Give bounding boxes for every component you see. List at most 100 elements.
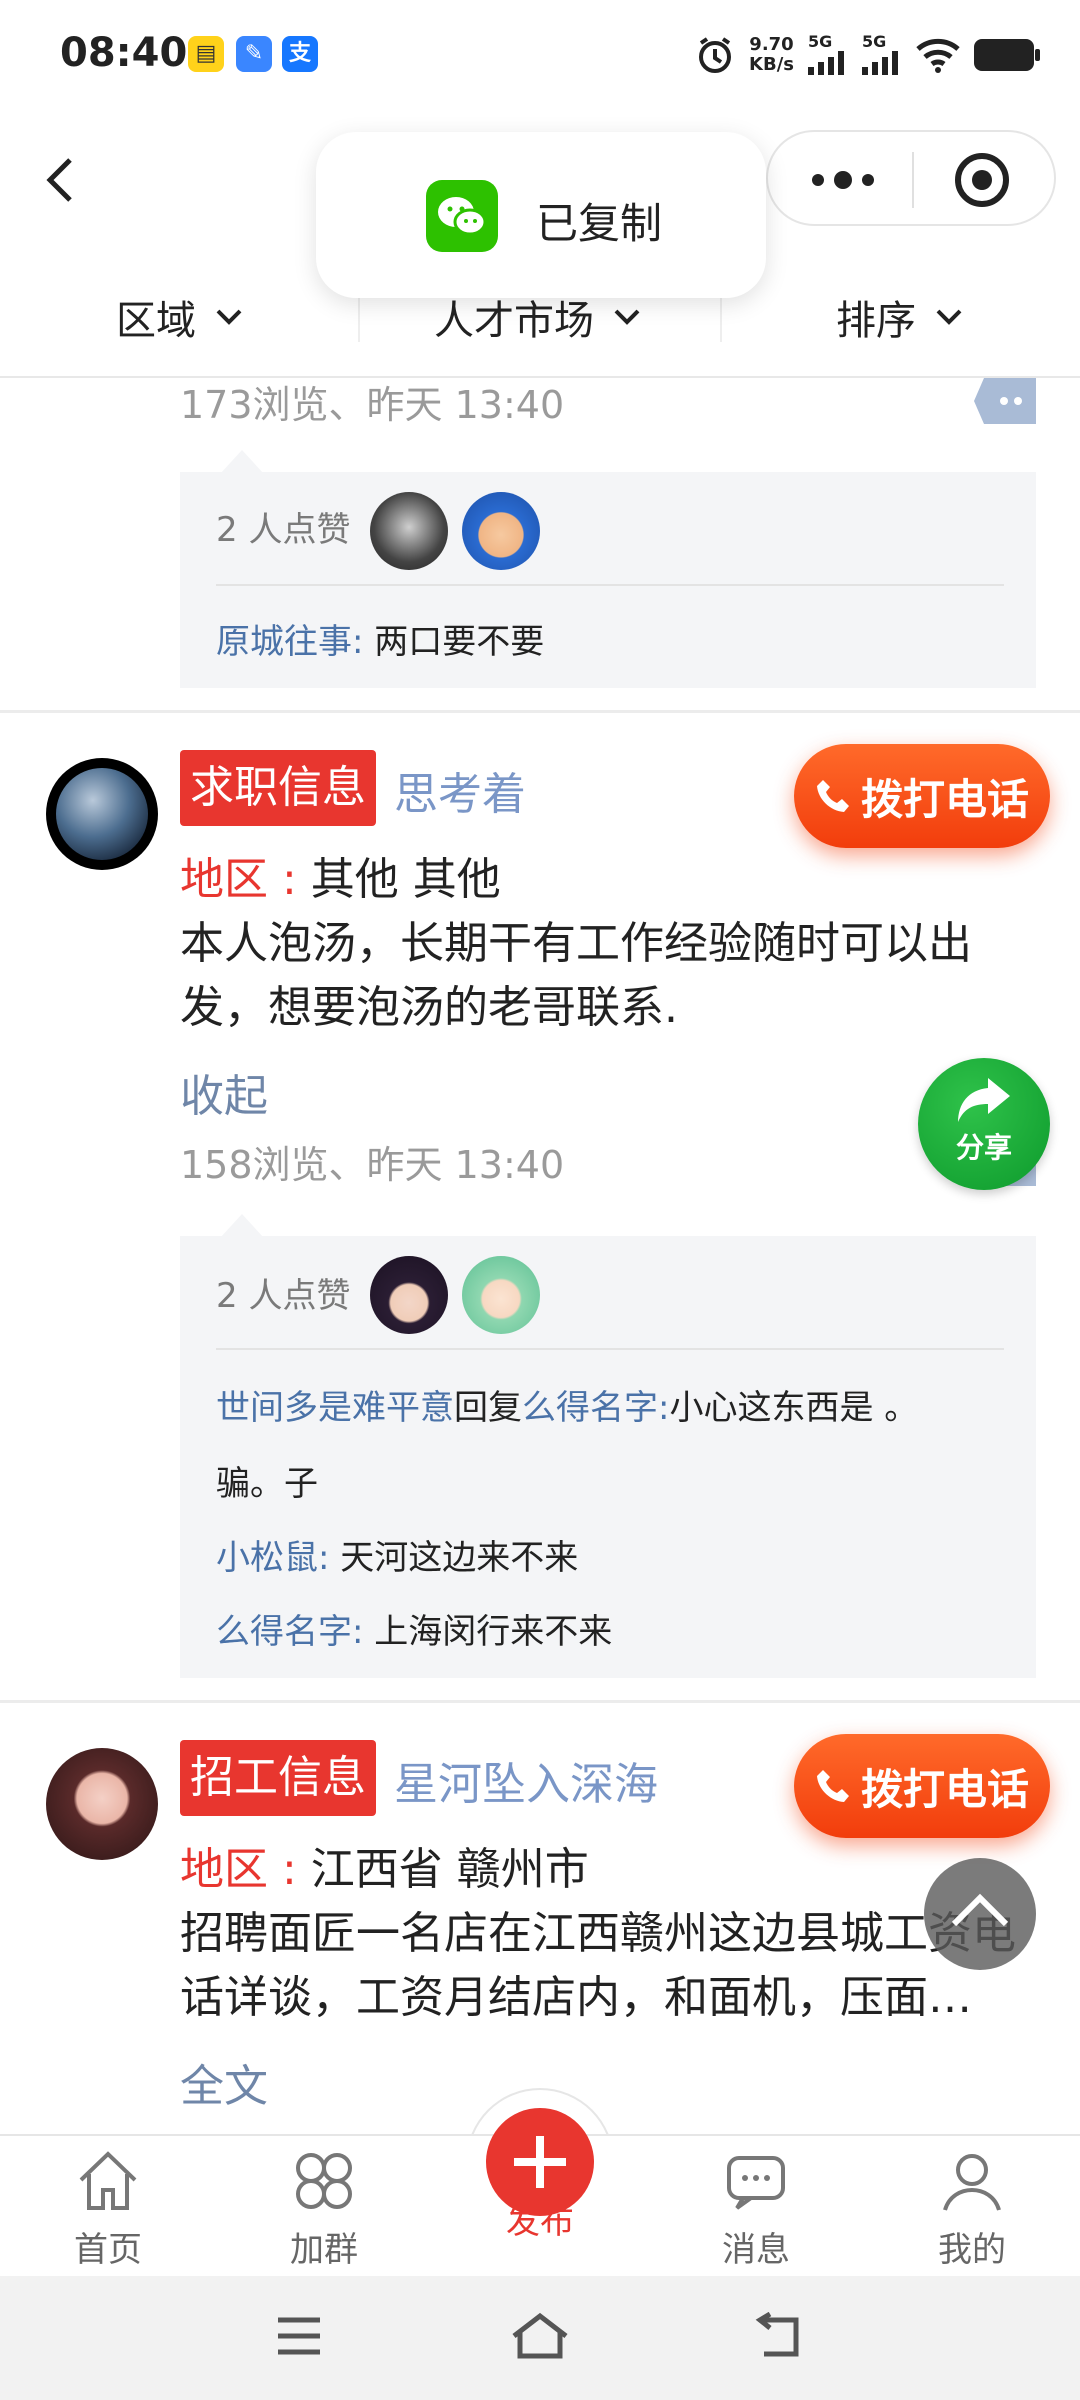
menu-icon <box>278 2317 320 2355</box>
expand-link[interactable]: 全文 <box>180 2050 268 2114</box>
post-category-tag: 求职信息 <box>180 750 376 826</box>
region-label: 地区 : <box>180 854 297 905</box>
tab-messages[interactable]: 消息 <box>686 2146 826 2271</box>
status-bar: 08:40 ▤ ✎ 支 9.70 KB/s 5G 5G <box>0 0 1080 110</box>
post-category-tag: 招工信息 <box>180 1740 376 1816</box>
feather-app-icon: ✎ <box>236 36 272 72</box>
home-nav-button[interactable] <box>508 2310 572 2360</box>
comment-author[interactable]: 世间多是难平意 <box>216 1388 454 1428</box>
filter-sort-label: 排序 <box>836 298 916 344</box>
post-content-line: 本人泡汤，长期干有工作经验随时可以出 <box>180 918 972 969</box>
box-arrow <box>220 450 264 474</box>
system-nav-bar <box>0 2276 1080 2400</box>
back-arrow-icon <box>755 2311 799 2357</box>
liker-avatar[interactable] <box>462 1256 540 1334</box>
status-right: 9.70 KB/s 5G 5G <box>695 30 1040 80</box>
toast-text: 已复制 <box>536 199 663 248</box>
likes-count: 2 人点赞 <box>216 510 351 550</box>
comment-author[interactable]: 小松鼠: <box>216 1538 329 1578</box>
post-region: 地区 : 其他 其他 <box>180 848 501 912</box>
call-button[interactable]: 拨打电话 <box>794 1734 1050 1838</box>
filter-region-label: 区域 <box>116 298 196 344</box>
reply-target[interactable]: 么得名字: <box>522 1388 669 1428</box>
call-button-label: 拨打电话 <box>860 774 1029 824</box>
comment-text: 两口要不要 <box>363 622 545 662</box>
comment-text: 小心这东西是 。 <box>669 1388 919 1428</box>
battery-icon <box>974 39 1040 71</box>
phone-icon <box>816 1770 849 1802</box>
home-outline-icon <box>512 2312 568 2359</box>
close-miniprogram-button[interactable] <box>954 152 1010 208</box>
comment-text: 上海闵行来不来 <box>363 1612 613 1652</box>
call-button[interactable]: 拨打电话 <box>794 744 1050 848</box>
filter-sort[interactable]: 排序 <box>836 288 964 346</box>
filter-region[interactable]: 区域 <box>116 288 244 346</box>
back-nav-button[interactable] <box>754 2311 806 2360</box>
chevron-up-icon <box>951 1893 1009 1927</box>
sim1-signal: 5G <box>808 32 848 79</box>
comment-text: 天河这边来不来 <box>329 1538 579 1578</box>
home-icon <box>79 2151 137 2210</box>
comment-line: 骗。子 <box>216 1456 318 1505</box>
post-separator <box>0 710 1080 713</box>
comment-author[interactable]: 么得名字: <box>216 1612 363 1652</box>
tab-mine[interactable]: 我的 <box>902 2146 1042 2271</box>
wechat-icon <box>426 180 498 252</box>
comment-author[interactable]: 原城往事: <box>216 622 363 662</box>
post-separator <box>0 1700 1080 1703</box>
share-label: 分享 <box>955 1131 1012 1164</box>
tab-mine-label: 我的 <box>938 2230 1006 2270</box>
signal-icon <box>862 50 898 75</box>
copied-toast: 已复制 <box>316 132 766 298</box>
post-meta: 158浏览、昨天 13:40 <box>180 1143 565 1187</box>
wifi-icon <box>916 38 960 73</box>
tab-messages-label: 消息 <box>722 2230 790 2270</box>
miniprogram-capsule <box>766 130 1056 226</box>
post-username[interactable]: 思考着 <box>394 758 526 822</box>
post-meta: 173浏览、昨天 13:40 <box>180 383 565 427</box>
collapse-link[interactable]: 收起 <box>180 1060 268 1124</box>
likes-comments-box: 2 人点赞 世间多是难平意回复么得名字:小心这东西是 。 骗。子 小松鼠: 天河… <box>180 1214 1036 1678</box>
publish-button[interactable] <box>486 2108 594 2216</box>
post-content-line: 招聘面匠一名店在江西赣州这边县城工资电 <box>180 1908 1016 1959</box>
call-button-label: 拨打电话 <box>860 1764 1029 1814</box>
box-divider <box>216 1348 1004 1350</box>
back-button[interactable] <box>36 150 86 210</box>
back-to-top-button[interactable] <box>924 1858 1036 1970</box>
region-value: 江西省 赣州市 <box>296 1844 589 1895</box>
plus-icon <box>514 2136 566 2188</box>
box-divider <box>216 584 1004 586</box>
more-dots-icon <box>812 171 874 189</box>
post-region: 地区 : 江西省 赣州市 <box>180 1838 589 1902</box>
liker-avatar[interactable] <box>370 492 448 570</box>
signal-icon <box>808 50 844 75</box>
likes-count: 2 人点赞 <box>216 1276 351 1316</box>
phone-icon <box>816 780 849 812</box>
filter-separator <box>720 298 722 342</box>
more-button[interactable] <box>808 166 878 194</box>
reply-word: 回复 <box>454 1388 522 1428</box>
post-username[interactable]: 星河坠入深海 <box>394 1748 658 1812</box>
comment-line: 么得名字: 上海闵行来不来 <box>216 1604 612 1653</box>
status-time: 08:40 <box>60 30 188 76</box>
chevron-down-icon <box>936 309 962 325</box>
target-icon <box>955 153 1009 207</box>
post-content-line: 发，想要泡汤的老哥联系. <box>180 982 678 1033</box>
tab-home[interactable]: 首页 <box>38 2146 178 2271</box>
tab-home-label: 首页 <box>74 2230 142 2270</box>
share-button[interactable]: 分享 <box>918 1058 1050 1190</box>
message-icon <box>727 2156 785 2210</box>
liker-avatar[interactable] <box>370 1256 448 1334</box>
comment-icon <box>974 378 1036 424</box>
user-avatar[interactable] <box>46 1748 158 1860</box>
liker-avatar[interactable] <box>462 492 540 570</box>
tab-groups[interactable]: 加群 <box>254 2146 394 2271</box>
user-avatar[interactable] <box>46 758 158 870</box>
share-arrow-icon <box>958 1078 1010 1122</box>
net-speed: 9.70 KB/s <box>749 34 794 75</box>
comment-text: 骗。子 <box>216 1464 318 1504</box>
menu-button[interactable] <box>274 2314 324 2358</box>
comment-button[interactable] <box>974 378 1036 424</box>
ticket-app-icon: ▤ <box>188 36 224 72</box>
comment-line: 原城往事: 两口要不要 <box>216 614 544 663</box>
